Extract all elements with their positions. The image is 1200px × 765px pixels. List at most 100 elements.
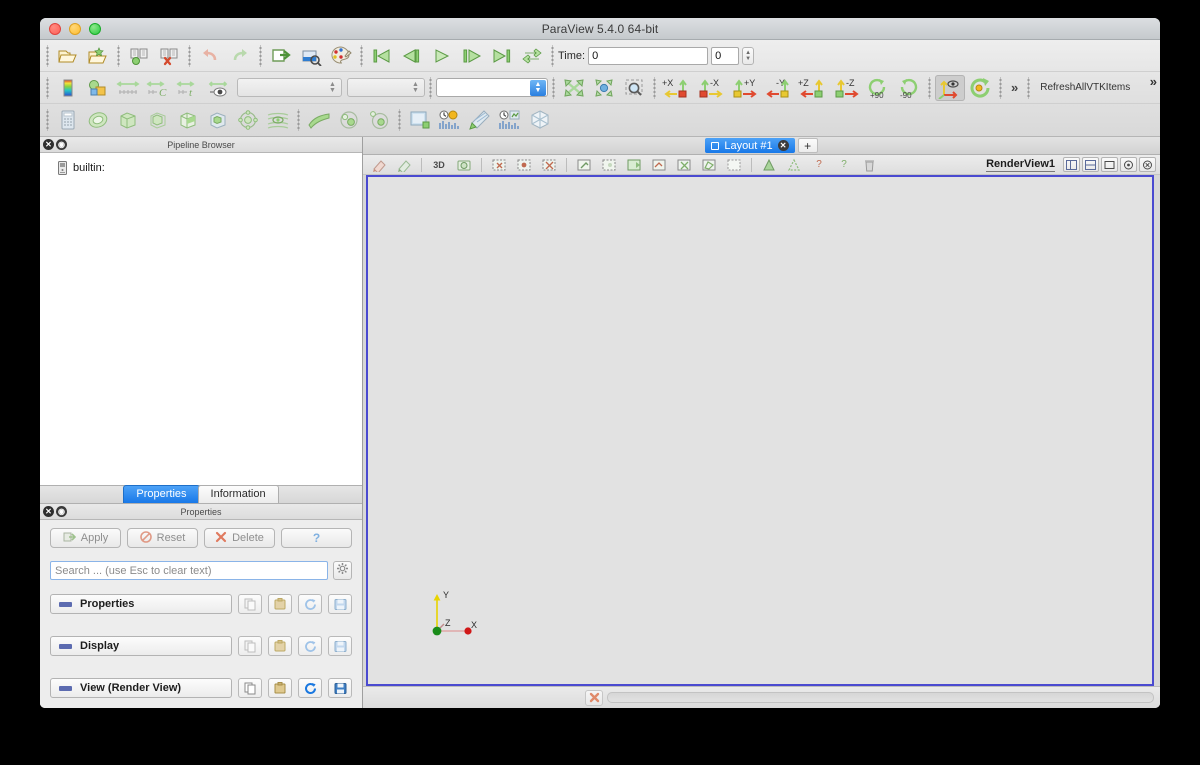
- toolbar-grip[interactable]: [115, 44, 122, 67]
- reset-button[interactable]: Reset: [127, 528, 198, 548]
- search-input[interactable]: Search ... (use Esc to clear text): [50, 561, 328, 580]
- time-index-input[interactable]: 0: [711, 46, 740, 65]
- show-center-axes-icon[interactable]: [935, 74, 965, 101]
- toolbar-overflow-chevron-icon[interactable]: »: [1150, 74, 1157, 89]
- contour-icon[interactable]: [83, 107, 113, 133]
- toolbar-grip[interactable]: [396, 109, 403, 131]
- zoom-to-data-icon[interactable]: [589, 75, 619, 101]
- group-header-display[interactable]: Display: [50, 636, 232, 656]
- glyph-icon[interactable]: [233, 107, 263, 133]
- slice-icon[interactable]: [143, 107, 173, 133]
- save-display-defaults-button[interactable]: [328, 636, 352, 656]
- paste-properties-button[interactable]: [268, 594, 292, 614]
- color-palette-icon[interactable]: [326, 43, 356, 69]
- view-direction-minus-z-icon[interactable]: -Z: [830, 75, 864, 101]
- tab-properties[interactable]: Properties: [123, 485, 200, 503]
- collapse-toggle-icon[interactable]: [59, 685, 72, 691]
- view-direction-minus-x-icon[interactable]: -X: [694, 75, 728, 101]
- pipeline-float-icon[interactable]: ◉: [56, 139, 67, 150]
- shrink-selection-icon[interactable]: [782, 154, 806, 176]
- select-polygon-cells-icon[interactable]: [697, 154, 721, 176]
- redo-icon[interactable]: [225, 43, 255, 69]
- split-vertical-icon[interactable]: [1082, 157, 1099, 172]
- collapse-toggle-icon[interactable]: [59, 601, 72, 607]
- last-data-icon[interactable]: [465, 107, 495, 133]
- toolbar-grip[interactable]: [44, 109, 51, 131]
- pipeline-browser[interactable]: builtin:: [40, 153, 362, 486]
- help-button[interactable]: ?: [281, 528, 352, 548]
- save-defaults-button[interactable]: [328, 594, 352, 614]
- spreadsheet-icon[interactable]: [525, 107, 555, 133]
- capture-icon[interactable]: [1120, 157, 1137, 172]
- group-datasets-icon[interactable]: [334, 107, 364, 133]
- calculator-icon[interactable]: [53, 107, 83, 133]
- save-state-icon[interactable]: [124, 43, 154, 69]
- properties-close-icon[interactable]: ✕: [43, 506, 54, 517]
- toolbar-grip[interactable]: [997, 76, 1004, 99]
- maximize-icon[interactable]: [1101, 157, 1118, 172]
- clear-selection-icon[interactable]: ?: [807, 154, 831, 176]
- orientation-axes-widget[interactable]: Y X Z: [424, 587, 484, 642]
- rescale-data-range-icon[interactable]: [83, 75, 113, 101]
- redo-camera-icon[interactable]: [296, 43, 326, 69]
- split-horizontal-icon[interactable]: [1063, 157, 1080, 172]
- loop-icon[interactable]: [517, 43, 547, 69]
- minimize-window-button[interactable]: [69, 22, 81, 35]
- toolbar-grip[interactable]: [44, 76, 51, 99]
- previous-frame-icon[interactable]: [397, 43, 427, 69]
- toolbar-grip[interactable]: [257, 44, 264, 67]
- paste-display-button[interactable]: [268, 636, 292, 656]
- interactive-select-cells-icon[interactable]: [597, 154, 621, 176]
- copy-properties-button[interactable]: [238, 594, 262, 614]
- representation-combo-stepper[interactable]: ▲ ▼: [530, 80, 546, 96]
- apply-button[interactable]: Apply: [50, 528, 121, 548]
- add-layout-button[interactable]: +: [797, 138, 818, 153]
- toolbar-grip[interactable]: [1025, 76, 1033, 99]
- rescale-visible-range-icon[interactable]: t: [173, 75, 203, 101]
- threshold-icon[interactable]: [173, 107, 203, 133]
- last-frame-icon[interactable]: [487, 43, 517, 69]
- play-icon[interactable]: [427, 43, 457, 69]
- next-frame-icon[interactable]: [457, 43, 487, 69]
- rotate-plus-90-icon[interactable]: +90: [864, 75, 894, 101]
- camera-undo-icon[interactable]: [392, 154, 416, 176]
- array-combo-stepper[interactable]: ▲ ▼: [326, 80, 339, 95]
- close-layout-icon[interactable]: ✕: [777, 140, 789, 151]
- warp-icon[interactable]: [304, 107, 334, 133]
- load-state-icon[interactable]: [154, 43, 184, 69]
- open-file-icon[interactable]: [53, 43, 83, 69]
- close-view-icon[interactable]: [1139, 157, 1156, 172]
- toolbar-expand-chevron-icon[interactable]: »: [1006, 80, 1023, 95]
- zoom-window-button[interactable]: [89, 22, 101, 35]
- toolbar-grip[interactable]: [651, 76, 658, 99]
- help-icon[interactable]: ?: [832, 154, 856, 176]
- toolbar-grip[interactable]: [427, 76, 434, 99]
- pipeline-close-icon[interactable]: ✕: [43, 139, 54, 150]
- paste-view-button[interactable]: [268, 678, 292, 698]
- copy-display-button[interactable]: [238, 636, 262, 656]
- plot-over-line-icon[interactable]: [405, 107, 435, 133]
- extract-subset-icon[interactable]: [203, 107, 233, 133]
- layout-tab[interactable]: Layout #1 ✕: [705, 138, 795, 153]
- select-block-icon[interactable]: [572, 154, 596, 176]
- toolbar-grip[interactable]: [186, 44, 193, 67]
- copy-view-button[interactable]: [238, 678, 262, 698]
- properties-float-icon[interactable]: ◉: [56, 506, 67, 517]
- view-direction-plus-x-icon[interactable]: +X: [660, 75, 694, 101]
- tab-information[interactable]: Information: [197, 485, 279, 503]
- time-input[interactable]: 0: [588, 46, 709, 65]
- interactive-select-points-icon[interactable]: [622, 154, 646, 176]
- advanced-properties-toggle[interactable]: [333, 561, 352, 580]
- render-view-canvas[interactable]: Y X Z: [366, 175, 1154, 686]
- rotate-minus-90-icon[interactable]: -90: [894, 75, 924, 101]
- representation-combo[interactable]: ▲ ▼: [436, 78, 548, 97]
- restore-display-defaults-button[interactable]: [298, 636, 322, 656]
- view-direction-minus-y-icon[interactable]: -Y: [762, 75, 796, 101]
- edit-color-legend-icon[interactable]: [203, 75, 233, 101]
- save-view-defaults-button[interactable]: [328, 678, 352, 698]
- plot-selection-over-time-icon[interactable]: [435, 107, 465, 133]
- rescale-temporal-range-icon[interactable]: C: [143, 75, 173, 101]
- 3d-mode-button[interactable]: 3D: [427, 154, 451, 176]
- toolbar-grip[interactable]: [44, 44, 51, 67]
- view-direction-plus-y-icon[interactable]: +Y: [728, 75, 762, 101]
